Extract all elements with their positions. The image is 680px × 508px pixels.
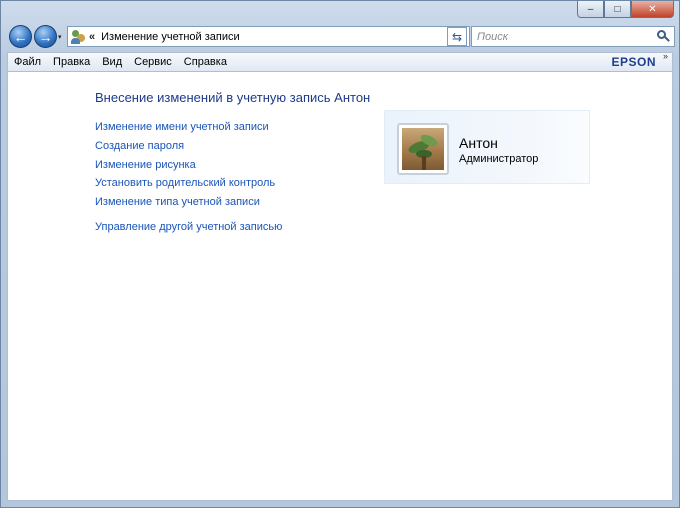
task-parental-controls-link[interactable]: Установить родительский контроль	[95, 174, 282, 193]
address-bar[interactable]: « Изменение учетной записи ▾	[67, 26, 470, 47]
menu-tools[interactable]: Сервис	[134, 56, 172, 68]
menu-bar: Файл Правка Вид Сервис Справка EPSON »	[7, 51, 673, 71]
page-title: Внесение изменений в учетную запись Анто…	[95, 90, 371, 105]
breadcrumb-current[interactable]: Изменение учетной записи	[101, 31, 455, 43]
navigation-bar: ← → ▾ « Изменение учетной записи ▾ ⇆	[7, 24, 675, 50]
history-dropdown-icon[interactable]: ▾	[58, 33, 62, 41]
window-frame: – □ ✕ ← → ▾ « Изменение учетной записи ▾…	[0, 0, 680, 508]
epson-brand-logo: EPSON	[611, 55, 656, 69]
task-change-picture-link[interactable]: Изменение рисунка	[95, 156, 282, 175]
maximize-button[interactable]: □	[604, 1, 631, 18]
task-change-name-link[interactable]: Изменение имени учетной записи	[95, 118, 282, 137]
close-button[interactable]: ✕	[631, 1, 674, 18]
user-accounts-icon	[71, 29, 85, 44]
user-name: Антон	[459, 135, 498, 151]
avatar	[397, 123, 449, 175]
search-input[interactable]	[477, 30, 655, 43]
menu-view[interactable]: Вид	[102, 56, 122, 68]
task-manage-other-account-link[interactable]: Управление другой учетной записью	[95, 218, 282, 237]
refresh-button[interactable]: ⇆	[447, 27, 467, 46]
window-controls: – □ ✕	[577, 1, 674, 18]
menu-overflow-icon[interactable]: »	[663, 51, 668, 61]
user-card: Антон Администратор	[384, 110, 590, 184]
task-create-password-link[interactable]: Создание пароля	[95, 137, 282, 156]
minimize-button[interactable]: –	[577, 1, 604, 18]
back-button[interactable]: ←	[9, 25, 32, 48]
content-pane: Внесение изменений в учетную запись Анто…	[7, 71, 673, 501]
breadcrumb-overflow-icon[interactable]: «	[89, 31, 95, 43]
menu-edit[interactable]: Правка	[53, 56, 90, 68]
menu-help[interactable]: Справка	[184, 56, 227, 68]
user-role: Администратор	[459, 153, 539, 165]
search-box	[471, 26, 675, 47]
task-list: Изменение имени учетной записи Создание …	[95, 118, 282, 237]
bonsai-picture-icon	[402, 128, 444, 170]
task-change-account-type-link[interactable]: Изменение типа учетной записи	[95, 193, 282, 212]
search-icon[interactable]	[655, 29, 671, 45]
forward-button[interactable]: →	[34, 25, 57, 48]
menu-file[interactable]: Файл	[14, 56, 41, 68]
